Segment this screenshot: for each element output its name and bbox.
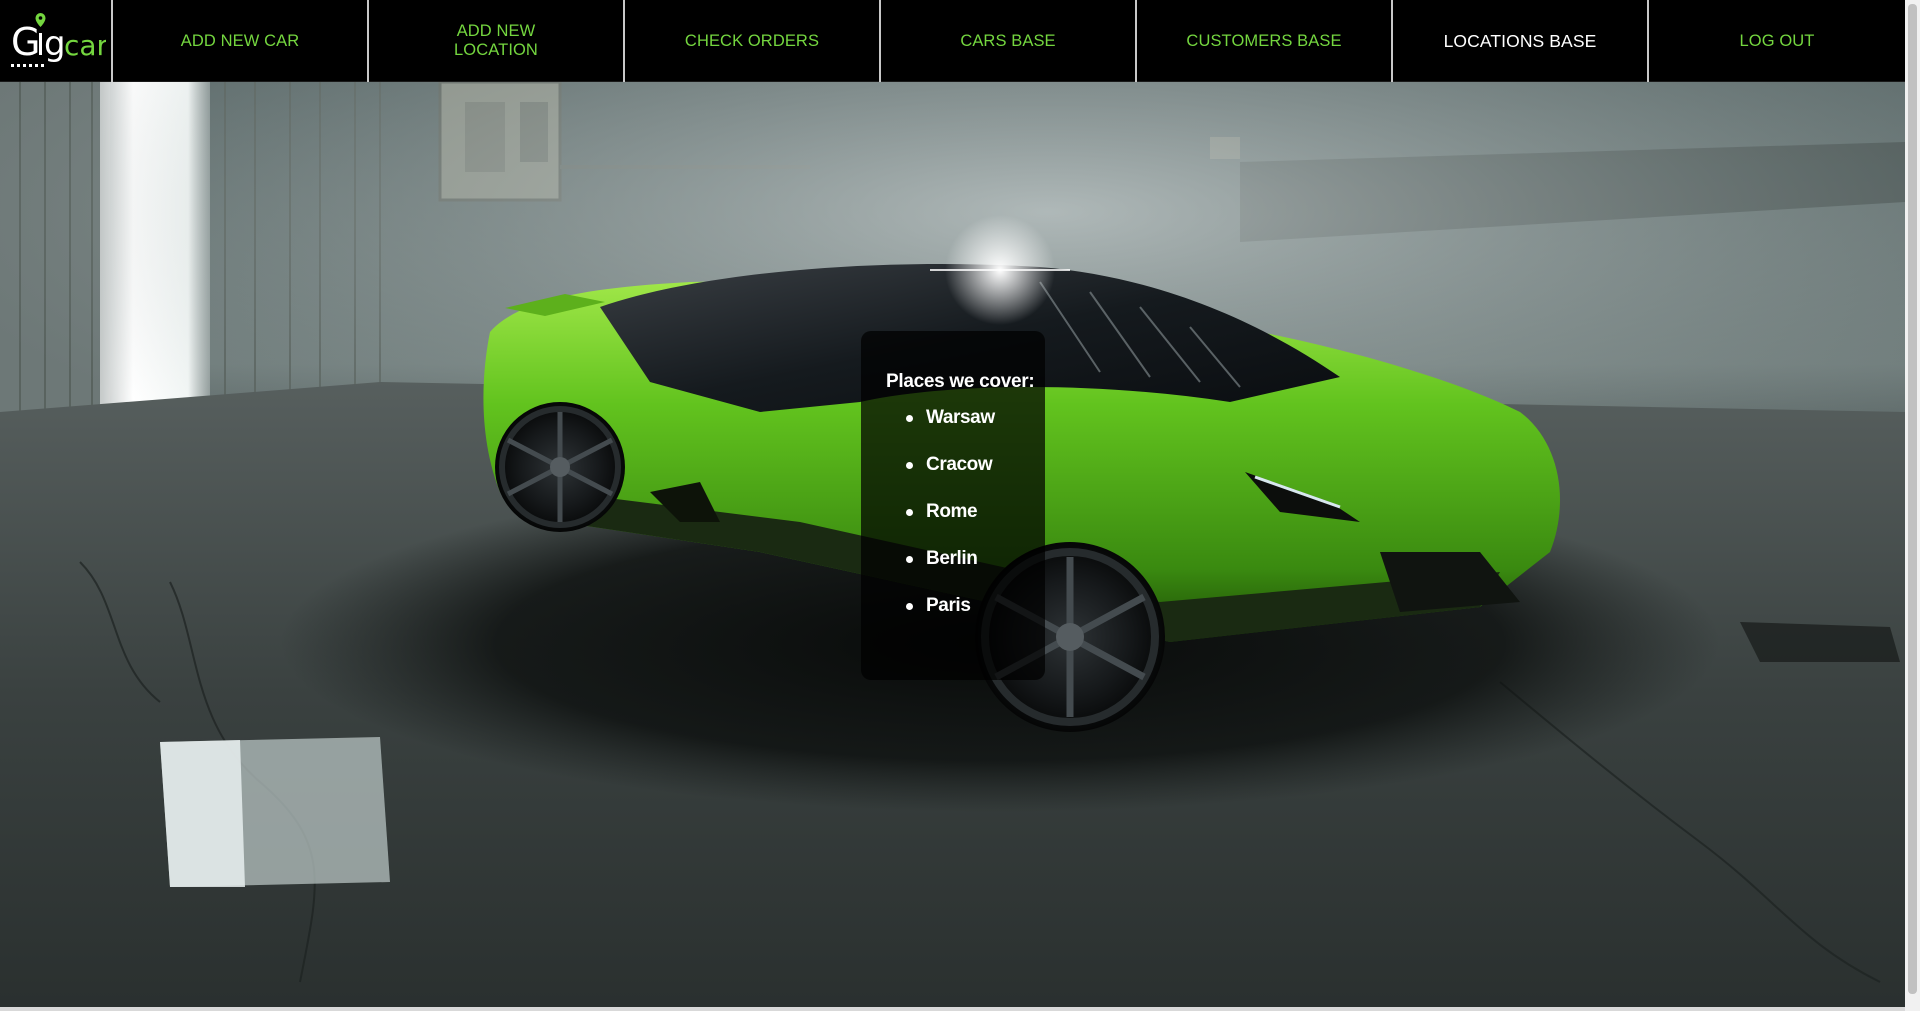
nav-check-orders-label: CHECK ORDERS [684, 31, 820, 50]
nav-log-out[interactable]: LOG OUT [1649, 0, 1905, 82]
place-item: Paris [906, 593, 1045, 640]
place-item: Rome [906, 499, 1045, 546]
nav-customers-base[interactable]: CUSTOMERS BASE [1137, 0, 1393, 82]
app-window: G g car ADD NEW CAR ADD NEW LOCATION CHE… [0, 0, 1920, 1011]
nav-check-orders[interactable]: CHECK ORDERS [625, 0, 881, 82]
place-name: Cracow [926, 454, 993, 475]
nav-add-new-location[interactable]: ADD NEW LOCATION [369, 0, 625, 82]
nav-locations-base-label: LOCATIONS BASE [1443, 30, 1597, 51]
bullet-icon [906, 556, 913, 563]
places-list: Warsaw Cracow Rome Berlin Paris [886, 405, 1045, 640]
svg-text:g: g [44, 24, 66, 64]
bottom-edge [0, 1007, 1905, 1011]
place-item: Cracow [906, 452, 1045, 499]
place-item: Warsaw [906, 405, 1045, 452]
nav-customers-base-label: CUSTOMERS BASE [1186, 31, 1342, 50]
place-name: Paris [926, 595, 971, 616]
top-navigation: G g car ADD NEW CAR ADD NEW LOCATION CHE… [0, 0, 1905, 82]
bullet-icon [906, 415, 913, 422]
vertical-scrollbar[interactable] [1905, 0, 1920, 1011]
places-title: Places we cover: [886, 371, 1035, 392]
svg-text:G: G [11, 20, 40, 64]
bullet-icon [906, 603, 913, 610]
place-item: Berlin [906, 546, 1045, 593]
gigcar-logo[interactable]: G g car [0, 0, 113, 82]
nav-cars-base-label: CARS BASE [960, 31, 1056, 50]
place-name: Warsaw [926, 407, 995, 428]
nav-add-new-car[interactable]: ADD NEW CAR [113, 0, 369, 82]
nav-locations-base[interactable]: LOCATIONS BASE [1393, 0, 1649, 82]
nav-add-new-location-label: ADD NEW LOCATION [454, 22, 538, 59]
nav-add-new-car-label: ADD NEW CAR [180, 31, 300, 50]
place-name: Rome [926, 501, 978, 522]
bullet-icon [906, 509, 913, 516]
place-name: Berlin [926, 548, 978, 569]
places-panel: Places we cover: Warsaw Cracow Rome Berl… [861, 331, 1045, 680]
scrollbar-thumb[interactable] [1908, 4, 1917, 994]
nav-cars-base[interactable]: CARS BASE [881, 0, 1137, 82]
bullet-icon [906, 462, 913, 469]
gigcar-logo-icon: G g car [10, 13, 106, 67]
svg-text:car: car [64, 29, 106, 62]
nav-log-out-label: LOG OUT [1739, 31, 1815, 50]
